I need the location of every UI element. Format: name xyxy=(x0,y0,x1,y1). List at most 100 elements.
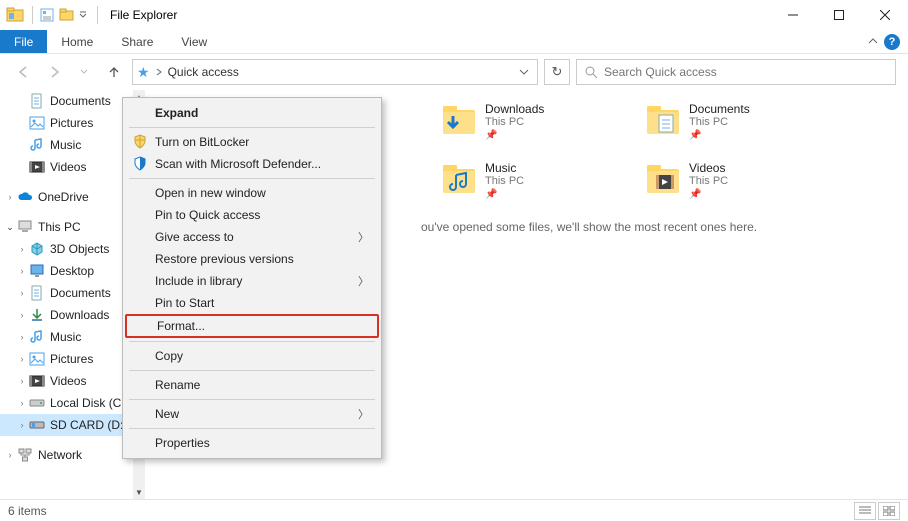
expander-icon[interactable]: › xyxy=(16,332,28,342)
submenu-arrow-icon: 〉 xyxy=(358,406,369,422)
thispc-icon xyxy=(16,219,34,235)
network-icon xyxy=(16,447,34,463)
menu-pin-to-quick-access[interactable]: Pin to Quick access xyxy=(125,204,379,226)
expander-icon[interactable]: › xyxy=(16,354,28,364)
tree-label: Documents xyxy=(50,94,111,108)
expander-icon[interactable]: › xyxy=(16,420,28,430)
quick-access-icon: ★ xyxy=(137,64,150,81)
menu-restore-previous-versions[interactable]: Restore previous versions xyxy=(125,248,379,270)
folder-name: Music xyxy=(485,161,524,175)
maximize-button[interactable] xyxy=(816,0,862,30)
breadcrumb-separator-icon xyxy=(156,68,162,76)
help-icon[interactable]: ? xyxy=(884,34,900,50)
shield-icon xyxy=(131,133,149,151)
refresh-button[interactable]: ↻ xyxy=(544,59,570,85)
pin-icon: 📌 xyxy=(689,130,750,141)
menu-copy[interactable]: Copy xyxy=(125,345,379,367)
video-icon xyxy=(28,159,46,175)
menu-turn-on-bitlocker[interactable]: Turn on BitLocker xyxy=(125,131,379,153)
expander-icon[interactable]: › xyxy=(16,310,28,320)
expand-ribbon-icon[interactable] xyxy=(868,37,878,47)
view-tab[interactable]: View xyxy=(167,30,221,53)
menu-label: Format... xyxy=(157,319,205,333)
share-tab[interactable]: Share xyxy=(107,30,167,53)
tree-label: Music xyxy=(50,330,81,344)
tree-label: Pictures xyxy=(50,116,93,130)
address-text: Quick access xyxy=(168,65,509,79)
expander-icon[interactable]: › xyxy=(16,376,28,386)
menu-separator xyxy=(129,127,375,128)
back-button[interactable] xyxy=(12,60,36,84)
menu-separator xyxy=(129,399,375,400)
expander-icon[interactable]: › xyxy=(16,288,28,298)
folder-location: This PC xyxy=(689,175,728,187)
tree-label: Documents xyxy=(50,286,111,300)
expander-icon[interactable]: › xyxy=(16,398,28,408)
frequent-down[interactable]: DownloadsThis PC📌 xyxy=(441,102,621,141)
folder-name: Videos xyxy=(689,161,728,175)
menu-label: Include in library xyxy=(155,274,242,288)
folder-location: This PC xyxy=(485,116,544,128)
search-icon xyxy=(585,66,598,79)
folder-icon xyxy=(441,161,477,197)
file-tab[interactable]: File xyxy=(0,30,47,53)
menu-scan-with-microsoft-defender[interactable]: Scan with Microsoft Defender... xyxy=(125,153,379,175)
menu-label: New xyxy=(155,407,179,421)
qat-newfolder-icon[interactable] xyxy=(59,7,75,23)
menu-new[interactable]: New 〉 xyxy=(125,403,379,425)
up-button[interactable] xyxy=(102,60,126,84)
frequent-music[interactable]: MusicThis PC📌 xyxy=(441,161,621,200)
frequent-doc[interactable]: DocumentsThis PC📌 xyxy=(645,102,825,141)
qat-dropdown-icon[interactable] xyxy=(79,11,87,19)
search-input[interactable] xyxy=(604,65,887,79)
recent-dropdown[interactable] xyxy=(72,60,96,84)
menu-expand[interactable]: Expand xyxy=(125,102,379,124)
details-view-button[interactable] xyxy=(854,502,876,520)
recent-hint: ou've opened some files, we'll show the … xyxy=(421,220,892,234)
home-tab[interactable]: Home xyxy=(47,30,107,53)
expander-icon[interactable]: › xyxy=(16,244,28,254)
pic-icon xyxy=(28,351,46,367)
menu-rename[interactable]: Rename xyxy=(125,374,379,396)
navigation-bar: ★ Quick access ↻ xyxy=(0,54,908,90)
menu-separator xyxy=(129,341,375,342)
scrollbar-down-icon[interactable]: ▼ xyxy=(133,485,145,499)
menu-give-access-to[interactable]: Give access to〉 xyxy=(125,226,379,248)
address-bar[interactable]: ★ Quick access xyxy=(132,59,538,85)
icons-view-button[interactable] xyxy=(878,502,900,520)
menu-include-in-library[interactable]: Include in library 〉 xyxy=(125,270,379,292)
folder-name: Documents xyxy=(689,102,750,116)
menu-format[interactable]: Format... xyxy=(125,314,379,338)
tree-label: Network xyxy=(38,448,82,462)
expander-icon[interactable]: ⌄ xyxy=(4,222,16,233)
expander-icon[interactable]: › xyxy=(16,266,28,276)
defender-icon xyxy=(131,155,149,173)
pin-icon: 📌 xyxy=(689,189,728,200)
status-bar: 6 items xyxy=(0,499,908,521)
search-box[interactable] xyxy=(576,59,896,85)
tree-label: Local Disk (C:) xyxy=(50,396,129,410)
disk-icon xyxy=(28,395,46,411)
menu-label: Copy xyxy=(155,349,183,363)
menu-label: Rename xyxy=(155,378,200,392)
menu-label: Open in new window xyxy=(155,186,266,200)
menu-open-in-new-window[interactable]: Open in new window xyxy=(125,182,379,204)
ribbon: File Home Share View ? xyxy=(0,30,908,54)
qat-properties-icon[interactable] xyxy=(39,7,55,23)
expander-icon[interactable]: › xyxy=(4,192,16,202)
menu-label: Pin to Quick access xyxy=(155,208,260,222)
frequent-video[interactable]: VideosThis PC 📌 xyxy=(645,161,825,200)
menu-label: Give access to xyxy=(155,230,234,244)
menu-properties[interactable]: Properties xyxy=(125,432,379,454)
menu-label: Properties xyxy=(155,436,210,450)
submenu-arrow-icon: 〉 xyxy=(358,273,369,289)
menu-pin-to-start[interactable]: Pin to Start xyxy=(125,292,379,314)
minimize-button[interactable] xyxy=(770,0,816,30)
forward-button[interactable] xyxy=(42,60,66,84)
address-dropdown-icon[interactable] xyxy=(515,68,533,76)
close-button[interactable] xyxy=(862,0,908,30)
tree-label: Pictures xyxy=(50,352,93,366)
menu-label: Restore previous versions xyxy=(155,252,294,266)
folder-icon xyxy=(645,102,681,138)
expander-icon[interactable]: › xyxy=(4,450,16,460)
